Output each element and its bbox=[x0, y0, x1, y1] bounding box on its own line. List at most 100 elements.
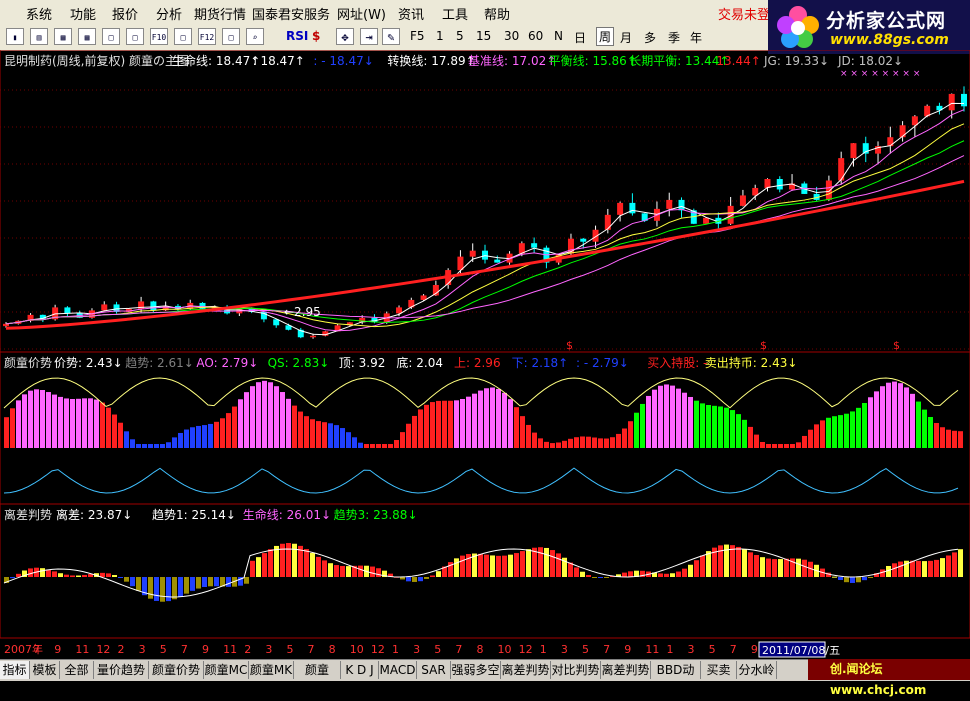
chart-box-icon[interactable]: □ bbox=[174, 28, 192, 45]
menu-item[interactable]: 工具 bbox=[442, 4, 468, 23]
period-button-7[interactable]: 周 bbox=[596, 27, 615, 46]
chart-box-icon[interactable]: □ bbox=[126, 28, 144, 45]
deviation-bar bbox=[490, 555, 495, 577]
period-button-4[interactable]: 60 bbox=[528, 29, 543, 43]
indicator-bar bbox=[292, 405, 297, 448]
menu-item[interactable]: 系统 bbox=[26, 4, 52, 23]
deviation-bar bbox=[256, 557, 261, 577]
indicator-tab[interactable]: 颜童DMI bbox=[294, 661, 341, 695]
deviation-bar bbox=[892, 563, 897, 577]
indicator-bar bbox=[616, 433, 621, 448]
indicator-tab[interactable]: 离差判势 bbox=[601, 661, 651, 679]
period-button-9[interactable]: 多 bbox=[644, 29, 656, 46]
deviation-bar bbox=[136, 577, 141, 591]
deviation-bar bbox=[778, 559, 783, 577]
indicator-bar bbox=[544, 441, 549, 448]
menu-item[interactable]: 网址(W) bbox=[337, 4, 386, 23]
menu-item[interactable]: 报价 bbox=[112, 4, 138, 23]
indicator-tab[interactable]: SAR bbox=[417, 661, 451, 679]
chart-f12-icon[interactable]: F12 bbox=[198, 28, 216, 45]
indicator-bar bbox=[46, 392, 51, 448]
indicator-bar bbox=[160, 444, 165, 448]
indicator-tab[interactable]: K D J bbox=[341, 661, 379, 679]
indicator-bar bbox=[832, 416, 837, 448]
chart-candle-icon[interactable]: ▮ bbox=[6, 28, 24, 45]
period-button-3[interactable]: 30 bbox=[504, 29, 519, 43]
time-axis-label: 9 bbox=[54, 643, 61, 656]
indicator-bar bbox=[190, 427, 195, 448]
indicator-bar bbox=[82, 398, 87, 448]
menu-item[interactable]: 帮助 bbox=[484, 4, 510, 23]
indicator-bar bbox=[526, 424, 531, 448]
indicator-tab[interactable]: 对比判势 bbox=[551, 661, 601, 679]
moving-average-line bbox=[5, 109, 965, 332]
indicator-bar bbox=[298, 411, 303, 448]
period-button-11[interactable]: 年 bbox=[690, 29, 702, 46]
indicator-tab[interactable]: BBD动能 bbox=[651, 661, 701, 695]
menu-item[interactable]: 资讯 bbox=[398, 4, 424, 23]
indicator-bar bbox=[922, 409, 927, 448]
indicator-bar bbox=[244, 392, 249, 448]
deviation-bar bbox=[580, 571, 585, 577]
export-icon[interactable]: ⇥ bbox=[360, 28, 378, 45]
indicator-bar bbox=[604, 438, 609, 448]
indicator-tab[interactable]: 全部 bbox=[60, 661, 94, 679]
indicator-tab[interactable]: 量价趋势 bbox=[94, 661, 149, 679]
indicator-bar bbox=[664, 384, 669, 448]
menu-item[interactable]: 国泰君安服务 bbox=[252, 4, 330, 23]
indicator-bar bbox=[178, 432, 183, 448]
indicator-tab[interactable]: 买卖 bbox=[701, 661, 737, 679]
indicator-tab[interactable]: 模板 bbox=[30, 661, 60, 679]
indicator-bar bbox=[76, 398, 81, 448]
deviation-bar bbox=[910, 560, 915, 577]
indicator-tab[interactable]: 分水岭 bbox=[737, 661, 777, 679]
time-axis-label: 10 bbox=[498, 643, 512, 656]
indicator-tab[interactable]: 颜童MK bbox=[249, 661, 294, 679]
chart-box-icon[interactable]: □ bbox=[222, 28, 240, 45]
deviation-bar bbox=[940, 558, 945, 577]
indicator-bar bbox=[880, 386, 885, 448]
stock-chart[interactable]: 昆明制药(周线,前复权) 颜童の主图生命线: 18.47↑: 18.47↑: -… bbox=[0, 50, 970, 659]
period-button-5[interactable]: N bbox=[554, 29, 563, 43]
indicator-tab[interactable]: 颜童价势 bbox=[149, 661, 204, 679]
chart-grid-icon[interactable]: ▦ bbox=[54, 28, 72, 45]
indicator-bar bbox=[394, 440, 399, 448]
f5-button[interactable]: F5 bbox=[410, 29, 425, 43]
indicator-tab[interactable]: 颜童MC bbox=[204, 661, 249, 679]
indicator-tab[interactable]: 离差判势 bbox=[501, 661, 551, 679]
dollar-button[interactable]: $ bbox=[312, 29, 320, 43]
deviation-bar bbox=[202, 577, 207, 588]
period-button-2[interactable]: 15 bbox=[476, 29, 491, 43]
menu-item[interactable]: 期货行情 bbox=[194, 4, 246, 23]
indicator-bar bbox=[706, 404, 711, 448]
indicator-bar bbox=[916, 401, 921, 448]
deviation-bar bbox=[214, 577, 219, 587]
pen-icon[interactable]: ✎ bbox=[382, 28, 400, 45]
chart-f10-icon[interactable]: F10 bbox=[150, 28, 168, 45]
menu-item[interactable]: 分析 bbox=[156, 4, 182, 23]
move-icon[interactable]: ✥ bbox=[336, 28, 354, 45]
period-button-10[interactable]: 季 bbox=[668, 29, 680, 46]
deviation-bar bbox=[286, 543, 291, 577]
deviation-bar bbox=[40, 568, 45, 577]
indicator-bar bbox=[898, 383, 903, 448]
indicator-tab[interactable]: 指标 bbox=[0, 661, 30, 679]
period-button-0[interactable]: 1 bbox=[436, 29, 444, 43]
period-button-8[interactable]: 月 bbox=[620, 29, 632, 46]
period-button-6[interactable]: 日 bbox=[574, 29, 586, 46]
chart-bar-icon[interactable]: ▥ bbox=[30, 28, 48, 45]
indicator-tab[interactable]: MACD bbox=[379, 661, 417, 679]
indicator-bar bbox=[364, 444, 369, 448]
deviation-bar bbox=[628, 571, 633, 577]
menu-item[interactable]: 功能 bbox=[70, 4, 96, 23]
indicator-tab[interactable]: 强弱多空 bbox=[451, 661, 501, 679]
period-button-1[interactable]: 5 bbox=[456, 29, 464, 43]
search-icon[interactable]: ⌕ bbox=[246, 28, 264, 45]
deviation-bar bbox=[508, 554, 513, 577]
chart-grid-icon[interactable]: ▦ bbox=[78, 28, 96, 45]
indicator-bar bbox=[772, 444, 777, 448]
indicator-bar bbox=[304, 416, 309, 448]
chart-box-icon[interactable]: □ bbox=[102, 28, 120, 45]
deviation-header-label: 生命线: 26.01↓ bbox=[243, 507, 331, 522]
rsi-button[interactable]: RSI bbox=[286, 29, 308, 43]
